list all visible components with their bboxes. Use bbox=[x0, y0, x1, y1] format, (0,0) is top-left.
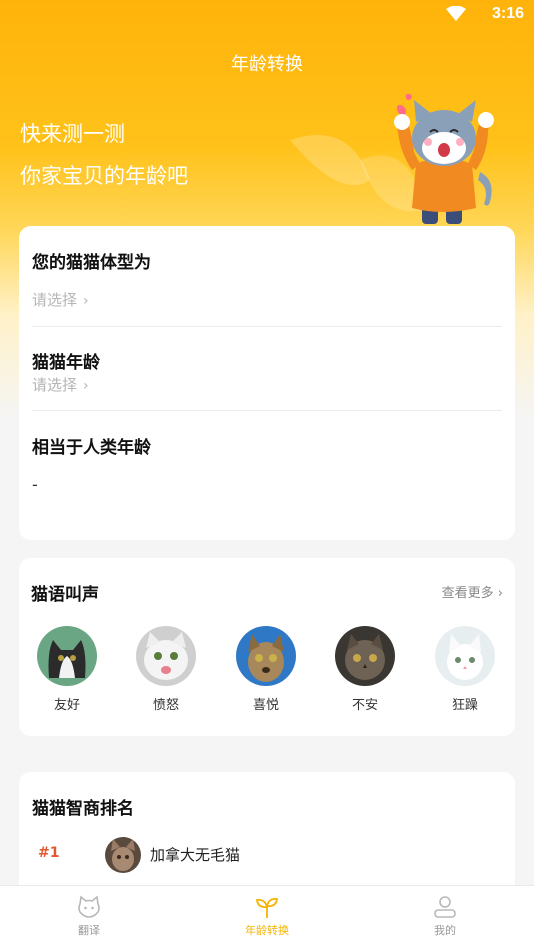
body-type-value: 请选择 bbox=[32, 291, 78, 309]
age-calculator-card: 您的猫猫体型为 请选择 › 猫猫年龄 请选择 › 相当于人类年龄 - bbox=[19, 226, 515, 540]
tab-label: 我的 bbox=[434, 924, 456, 937]
cat-mascot-illustration bbox=[394, 93, 494, 224]
cat-photo-friendly bbox=[37, 626, 97, 686]
page-title: 年龄转换 bbox=[231, 54, 303, 75]
view-more-link[interactable]: 查看更多 › bbox=[442, 582, 503, 601]
chevron-right-icon: › bbox=[493, 586, 503, 601]
cat-sound-label: 喜悦 bbox=[252, 698, 279, 713]
view-more-label: 查看更多 bbox=[441, 586, 494, 601]
tab-profile[interactable]: 我的 bbox=[400, 894, 490, 938]
cat-sound-label: 狂躁 bbox=[451, 698, 478, 713]
cat-age-label: 猫猫年龄 bbox=[32, 353, 100, 373]
cat-photo-uneasy bbox=[335, 626, 395, 686]
ranking-row[interactable]: #1 加拿大无毛猫 bbox=[19, 836, 515, 876]
hero-subline: 你家宝贝的年龄吧 bbox=[20, 164, 188, 188]
bottom-tab-bar: 翻译 年龄转换 我的 bbox=[0, 885, 534, 949]
cat-sound-item-joyful[interactable]: 喜悦 bbox=[226, 626, 306, 713]
tab-age-convert[interactable]: 年龄转换 bbox=[222, 894, 312, 938]
cat-sounds-title: 猫语叫声 bbox=[31, 585, 99, 605]
tab-label: 年龄转换 bbox=[245, 924, 289, 937]
status-bar: 3:16 bbox=[0, 0, 534, 30]
cat-sound-item-angry[interactable]: 愤怒 bbox=[126, 626, 206, 713]
divider bbox=[32, 326, 502, 327]
cat-sound-item-manic[interactable]: 狂躁 bbox=[425, 626, 505, 713]
rank-number: #1 bbox=[38, 845, 60, 861]
cat-photo-joyful bbox=[236, 626, 296, 686]
human-age-value: - bbox=[32, 475, 38, 494]
chevron-right-icon: › bbox=[83, 293, 89, 309]
iq-ranking-title: 猫猫智商排名 bbox=[32, 799, 134, 819]
body-type-selector[interactable]: 请选择 › bbox=[32, 289, 89, 310]
cat-sound-item-uneasy[interactable]: 不安 bbox=[325, 626, 405, 713]
chevron-right-icon: › bbox=[83, 378, 89, 394]
cat-face-icon bbox=[78, 895, 100, 918]
hero-headline: 快来测一测 bbox=[20, 122, 125, 146]
body-type-label: 您的猫猫体型为 bbox=[32, 253, 151, 273]
divider bbox=[32, 410, 502, 411]
status-time: 3:16 bbox=[491, 5, 524, 22]
wifi-icon bbox=[446, 6, 466, 21]
cat-sound-label: 不安 bbox=[351, 698, 378, 713]
sprout-icon bbox=[255, 897, 279, 918]
breed-avatar bbox=[105, 837, 141, 873]
human-age-label: 相当于人类年龄 bbox=[32, 438, 151, 458]
cat-sounds-card: 猫语叫声 查看更多 › 友好 愤怒 喜悦 不安 狂躁 bbox=[19, 558, 515, 736]
cat-age-value: 请选择 bbox=[32, 376, 78, 394]
breed-name: 加拿大无毛猫 bbox=[150, 846, 241, 864]
tab-label: 翻译 bbox=[78, 924, 100, 937]
cat-age-selector[interactable]: 请选择 › bbox=[32, 374, 89, 395]
cat-photo-angry bbox=[136, 626, 196, 686]
person-icon bbox=[434, 896, 456, 918]
cat-sound-label: 愤怒 bbox=[152, 698, 179, 713]
cat-sound-label: 友好 bbox=[53, 698, 80, 713]
cat-photo-manic bbox=[435, 626, 495, 686]
tab-translate[interactable]: 翻译 bbox=[44, 894, 134, 938]
cat-sound-item-friendly[interactable]: 友好 bbox=[27, 626, 107, 713]
